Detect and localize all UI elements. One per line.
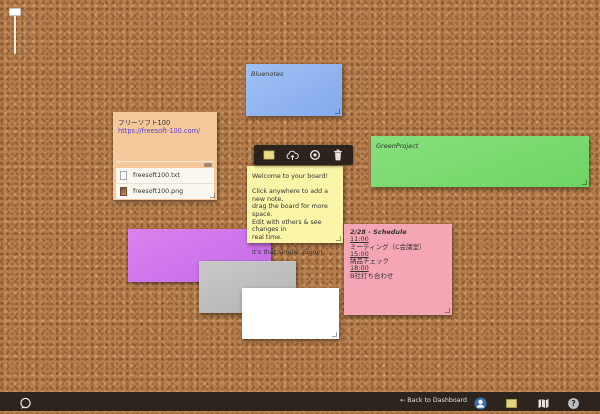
note-toolbar (254, 145, 353, 165)
user-icon[interactable] (474, 395, 487, 410)
zoom-thumb[interactable] (9, 8, 21, 16)
notes-icon[interactable] (505, 395, 518, 408)
welcome-line: drag the board for more space. (252, 203, 328, 218)
upload-icon[interactable] (285, 148, 299, 162)
settings-icon[interactable] (308, 148, 322, 162)
note-blue[interactable]: Bluenotes (246, 64, 342, 116)
svg-text:?: ? (571, 399, 575, 408)
welcome-line: real time. (252, 233, 283, 241)
map-icon[interactable] (537, 395, 550, 408)
note-green-text: GreenProject (376, 142, 419, 150)
schedule-text: B社打ち合わせ (350, 271, 394, 280)
help-icon[interactable]: ? (567, 395, 580, 409)
note-blue-text: Bluenotes (251, 70, 284, 78)
attachments-divider (116, 161, 214, 166)
note-pink-schedule[interactable]: 2/28 - Schedule 11:00 ミーティング（C会議室） 15:00… (344, 224, 452, 315)
attachment-list: freesoft100.txt freesoft100.png (116, 168, 214, 199)
image-file-icon (120, 187, 127, 196)
note-orange[interactable]: フリーソフト100 https://freesoft-100.com/ free… (113, 112, 217, 200)
attachment-item[interactable]: freesoft100.png (116, 183, 214, 199)
note-yellow-welcome[interactable]: Welcome to your board! Click anywhere to… (247, 166, 343, 256)
bottom-bar: ← Back to Dashboard ? (0, 392, 600, 411)
note-orange-link[interactable]: https://freesoft-100.com/ (118, 127, 212, 135)
attachments-toggle[interactable] (204, 163, 212, 167)
corkboard[interactable]: Bluenotes フリーソフト100 https://freesoft-100… (0, 0, 600, 392)
attachment-item[interactable]: freesoft100.txt (116, 168, 214, 183)
welcome-line: It's that simple. Enjoy! (252, 248, 323, 256)
attachment-name: freesoft100.txt (133, 172, 180, 179)
note-white[interactable] (242, 288, 339, 339)
zoom-slider[interactable] (9, 8, 21, 54)
back-to-dashboard-link[interactable]: ← Back to Dashboard (400, 397, 467, 404)
chat-icon[interactable] (19, 395, 32, 409)
zoom-track[interactable] (14, 14, 16, 54)
welcome-line: Edit with others & see changes in (252, 218, 322, 234)
welcome-line: Welcome to your board! (252, 173, 328, 180)
attachment-name: freesoft100.png (133, 188, 184, 195)
note-orange-title: フリーソフト100 (118, 119, 171, 127)
note-color-icon[interactable] (262, 148, 276, 162)
text-file-icon (120, 171, 127, 180)
welcome-line (252, 181, 338, 189)
trash-icon[interactable] (331, 148, 345, 162)
welcome-line: Click anywhere to add a new note, (252, 188, 328, 203)
welcome-line (252, 241, 338, 249)
note-green[interactable]: GreenProject (371, 136, 589, 187)
